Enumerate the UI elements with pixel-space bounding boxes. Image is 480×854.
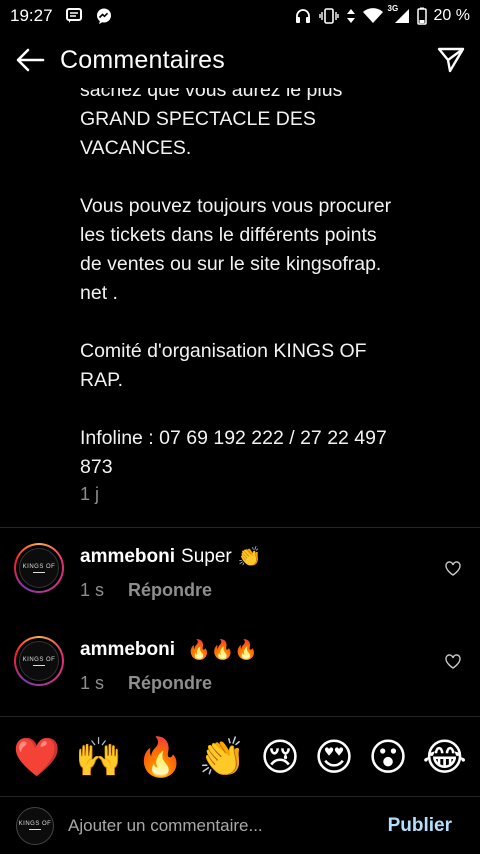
data-transfer-icon [346,8,356,24]
like-comment-button[interactable] [442,557,464,579]
emoji-laughing[interactable]: 😂 [422,738,466,776]
wifi-icon [362,8,383,24]
avatar[interactable]: KINGS OF [14,636,64,686]
battery-percent: 20 % [433,7,470,24]
heart-icon [445,653,461,669]
emoji-raised-hands[interactable]: 🙌 [75,738,122,776]
emoji-heart-eyes[interactable]: 😍 [314,738,354,776]
emoji-heart[interactable]: ❤️ [13,738,60,776]
paper-plane-icon [437,47,465,73]
composer-avatar: KINGS OF [16,806,54,845]
comment-emoji: 👏 [237,546,262,568]
avatar[interactable]: KINGS OF [14,543,64,593]
reply-button[interactable]: Répondre [128,673,212,694]
caption-text: sachez que vous aurez le plus GRAND SPEC… [80,79,392,478]
emoji-quick-bar: ❤️ 🙌 🔥 👏 😢 😍 😮 😂 [0,716,480,796]
reply-button[interactable]: Répondre [128,580,212,601]
comment-username[interactable]: ammeboni [80,546,175,568]
caption-timestamp: 1 j [80,484,100,504]
signal-label: 3G [387,4,399,13]
emoji-clap[interactable]: 👏 [198,738,245,776]
emoji-crying[interactable]: 😢 [260,738,300,776]
battery-icon [416,7,427,25]
heart-icon [445,560,461,576]
back-button[interactable] [0,32,60,88]
messenger-icon [95,7,113,25]
vibrate-icon [318,8,339,24]
comment-item: KINGS OF ammeboni 🔥🔥🔥 1 s Répondre [0,636,480,726]
message-icon [65,7,83,25]
arrow-left-icon [16,48,45,72]
comment-username[interactable]: ammeboni [80,639,175,661]
status-time: 19:27 [10,6,53,25]
post-caption: sachez que vous aurez le plus GRAND SPEC… [0,62,480,528]
comment-text: Super [181,545,232,567]
caption-divider [0,527,480,528]
comment-timestamp: 1 s [80,673,105,693]
publish-button[interactable]: Publier [388,815,452,837]
comment-input[interactable] [68,815,388,836]
share-button[interactable] [422,32,480,88]
comment-item: KINGS OF ammeboni Super 👏 1 s Répondre [0,543,480,633]
comment-timestamp: 1 s [80,580,105,600]
comment-emoji: 🔥🔥🔥 [187,639,259,661]
page-title: Commentaires [60,45,225,74]
emoji-surprised[interactable]: 😮 [368,738,408,776]
signal-icon: 3G [388,4,410,24]
emoji-fire[interactable]: 🔥 [137,738,184,776]
comment-composer: KINGS OF Publier [0,796,480,854]
like-comment-button[interactable] [442,650,464,672]
status-bar: 19:27 3G 20 % [0,0,480,32]
app-header: Commentaires [0,32,480,88]
headphones-icon [294,7,312,25]
